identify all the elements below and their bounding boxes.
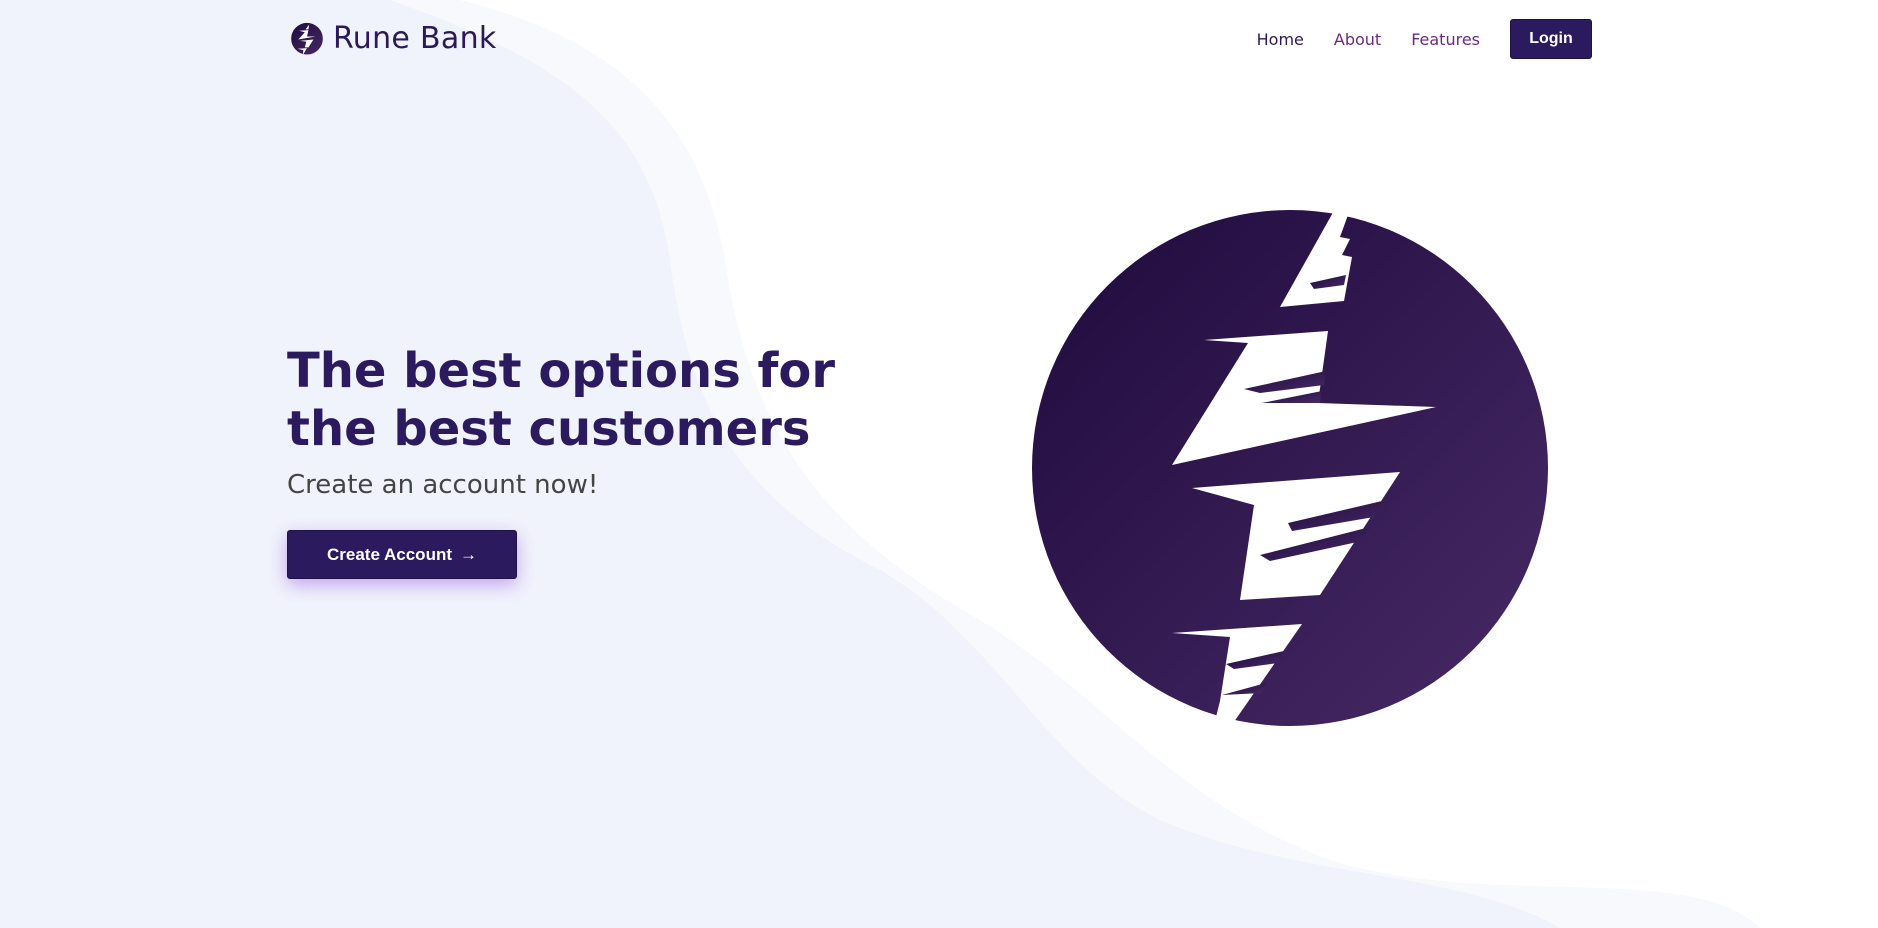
brand-name: Rune Bank <box>333 20 497 56</box>
navbar: Rune Bank Home About Features Login <box>0 0 1878 80</box>
nav-item-features[interactable]: Features <box>1411 30 1480 49</box>
background-wave <box>0 0 1760 928</box>
arrow-right-icon: → <box>460 544 477 564</box>
brand-link[interactable]: Rune Bank <box>289 20 497 56</box>
lightning-bolt-circle-icon <box>1032 175 1548 765</box>
hero-title: The best options for the best customers <box>287 343 836 457</box>
create-account-label: Create Account <box>326 544 452 564</box>
create-account-button[interactable]: Create Account → <box>287 530 517 579</box>
nav-item-about[interactable]: About <box>1334 30 1381 49</box>
login-button[interactable]: Login <box>1510 19 1592 59</box>
lightning-bolt-circle-icon <box>291 20 323 56</box>
nav-item-home[interactable]: Home <box>1257 30 1304 49</box>
hero-section: The best options for the best customers … <box>287 342 907 579</box>
nav-links: Home About Features Login <box>1257 19 1592 59</box>
hero-subtitle: Create an account now! <box>287 470 599 500</box>
